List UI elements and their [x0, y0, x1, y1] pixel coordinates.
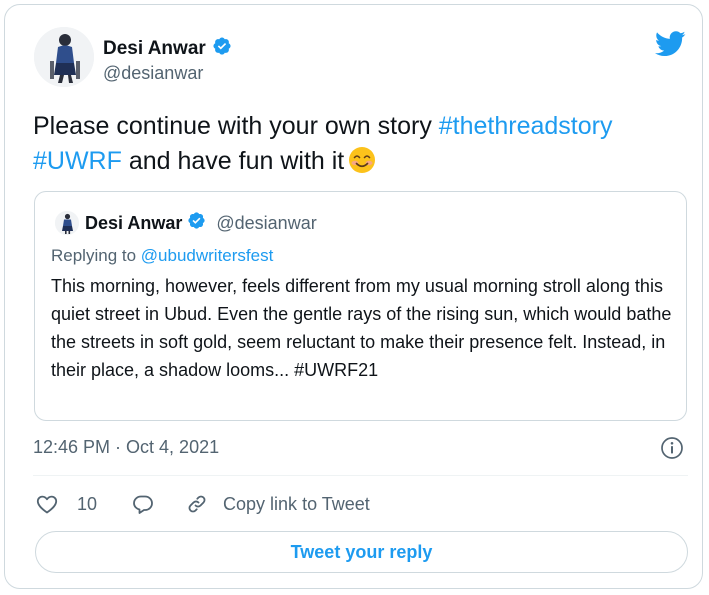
- author-handle[interactable]: @desianwar: [103, 63, 203, 84]
- quoted-author-row: Desi Anwar @desianwar: [85, 211, 317, 235]
- quoted-author-avatar[interactable]: [55, 211, 79, 235]
- author-avatar[interactable]: [34, 27, 94, 87]
- replying-to-handle-link[interactable]: @ubudwritersfest: [141, 246, 274, 265]
- link-icon: [185, 492, 209, 516]
- smiling-face-emoji-icon: [348, 146, 376, 184]
- replying-to: Replying to @ubudwritersfest: [51, 246, 273, 266]
- tweet-card: Desi Anwar @desianwar Please continue wi…: [4, 4, 703, 589]
- hashtag-link[interactable]: #UWRF: [33, 147, 122, 175]
- tweet-text-part1: Please continue with your own story: [33, 112, 439, 140]
- author-name-row: Desi Anwar: [103, 36, 232, 61]
- tweet-text: Please continue with your own story #the…: [33, 109, 683, 184]
- copy-link-label: Copy link to Tweet: [223, 493, 370, 514]
- info-icon[interactable]: [660, 436, 684, 460]
- quoted-author-handle: @desianwar: [216, 212, 317, 233]
- heart-icon: [35, 492, 59, 516]
- quoted-author-name: Desi Anwar: [85, 212, 183, 233]
- quoted-tweet-text: This morning, however, feels different f…: [51, 276, 672, 380]
- copy-link-button[interactable]: Copy link to Tweet: [185, 492, 370, 516]
- author-name[interactable]: Desi Anwar: [103, 38, 206, 60]
- like-count: 10: [77, 493, 98, 514]
- twitter-bird-icon[interactable]: [654, 31, 686, 57]
- reply-icon: [131, 492, 155, 516]
- verified-badge-icon: [212, 36, 232, 61]
- replying-to-label: Replying to: [51, 246, 141, 265]
- quoted-tweet[interactable]: Desi Anwar @desianwar Replying to @ubudw…: [34, 191, 687, 421]
- tweet-your-reply-button[interactable]: Tweet your reply: [35, 531, 688, 573]
- tweet-actions-bar: 10 Copy link to Tweet: [35, 490, 370, 518]
- tweet-timestamp[interactable]: 12:46 PM · Oct 4, 2021: [33, 437, 219, 458]
- tweet-text-part2: and have fun with it: [121, 147, 345, 175]
- like-button[interactable]: 10: [35, 492, 97, 516]
- divider: [33, 475, 688, 476]
- reply-action-button[interactable]: [131, 492, 155, 516]
- verified-badge-icon: [187, 211, 206, 235]
- hashtag-link[interactable]: #thethreadstory: [439, 112, 613, 140]
